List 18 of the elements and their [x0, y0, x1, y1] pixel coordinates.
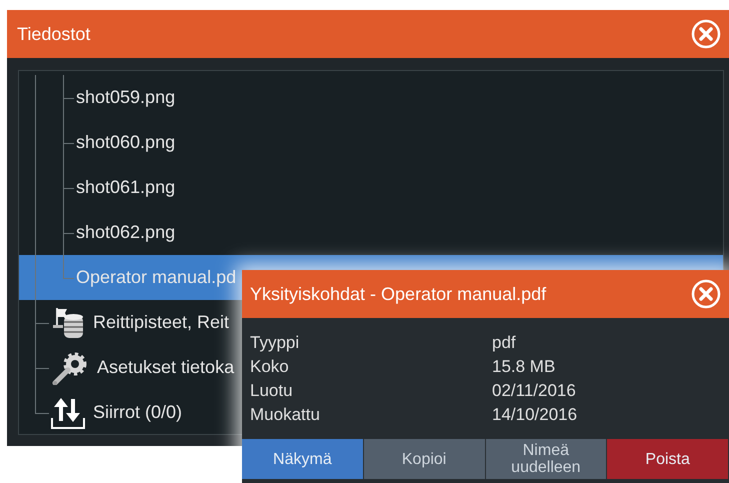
- file-name: shot062.png: [76, 222, 176, 243]
- file-name: shot060.png: [76, 132, 176, 153]
- file-name: Operator manual.pd: [76, 267, 236, 288]
- file-name: shot059.png: [76, 87, 176, 108]
- window-title: Tiedostot: [17, 24, 90, 44]
- detail-value: 14/10/2016: [492, 405, 578, 425]
- detail-value: 15.8 MB: [492, 357, 556, 377]
- folder-name: Asetukset tietoka: [97, 357, 234, 378]
- dialog-title: Yksityiskohdat - Operator manual.pdf: [250, 284, 546, 304]
- detail-label: Tyyppi: [250, 333, 300, 353]
- detail-label: Koko: [250, 357, 290, 377]
- folder-name: Siirrot (0/0): [93, 402, 182, 423]
- file-name: shot061.png: [76, 177, 176, 198]
- detail-value: 02/11/2016: [492, 381, 576, 401]
- detail-label: Luotu: [250, 381, 294, 401]
- detail-label: Muokattu: [250, 405, 321, 425]
- folder-name: Reittipisteet, Reit: [93, 312, 230, 333]
- detail-value: pdf: [492, 333, 516, 353]
